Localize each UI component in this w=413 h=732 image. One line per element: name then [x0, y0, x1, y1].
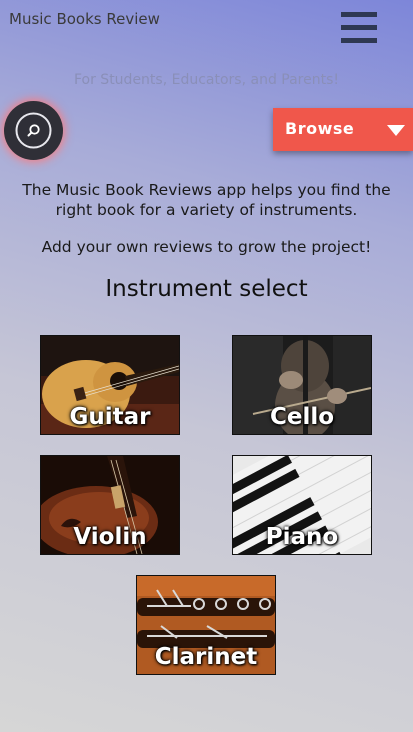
tile-label: Clarinet	[154, 644, 258, 670]
instrument-tile-cello[interactable]: Cello	[232, 335, 372, 435]
browse-button[interactable]: Browse	[273, 108, 413, 151]
instrument-tile-violin[interactable]: Violin	[40, 455, 180, 555]
chevron-down-icon	[387, 125, 405, 136]
search-icon	[15, 112, 52, 149]
tile-label: Piano	[265, 524, 339, 550]
tagline: For Students, Educators, and Parents!	[73, 72, 340, 88]
instrument-tile-piano[interactable]: Piano	[232, 455, 372, 555]
instrument-tile-guitar[interactable]: Guitar	[40, 335, 180, 435]
menu-bar	[341, 38, 377, 43]
app-title: Music Books Review	[9, 10, 160, 28]
browse-label: Browse	[285, 119, 355, 138]
tile-label: Cello	[269, 404, 335, 430]
hamburger-menu-icon[interactable]	[341, 12, 377, 44]
intro-cta-text: Add your own reviews to grow the project…	[41, 238, 372, 256]
menu-bar	[341, 12, 377, 17]
tile-label: Guitar	[69, 404, 151, 430]
instrument-tile-clarinet[interactable]: Clarinet	[136, 575, 276, 675]
menu-bar	[341, 25, 377, 30]
search-button[interactable]	[4, 101, 63, 160]
intro-text: The Music Book Reviews app helps you fin…	[22, 181, 391, 219]
tile-label: Violin	[73, 524, 147, 550]
instrument-select-heading: Instrument select	[105, 276, 308, 302]
